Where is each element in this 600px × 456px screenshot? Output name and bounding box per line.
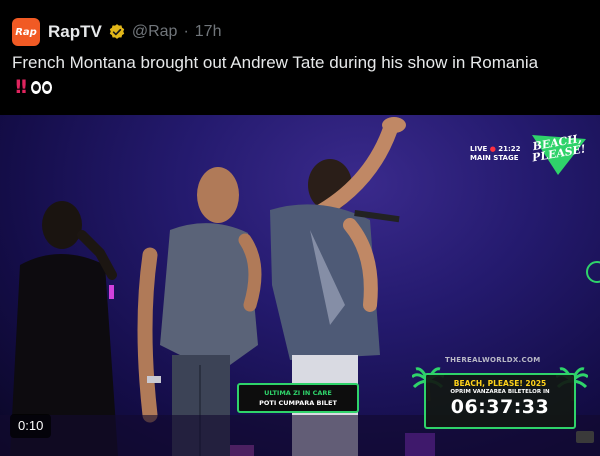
- tweet-text: French Montana brought out Andrew Tate d…: [12, 53, 539, 72]
- video-duration-badge: 0:10: [10, 414, 52, 438]
- avatar[interactable]: Rap: [12, 18, 40, 46]
- separator-dot: ·: [183, 23, 189, 40]
- emoji-line: !!: [14, 76, 53, 98]
- eyes-emoji-icon: [31, 80, 53, 94]
- countdown-subtitle: OPRIM VANZAREA BILETELOR IN: [450, 389, 550, 395]
- avatar-text: Rap: [15, 26, 37, 38]
- double-exclamation-emoji-icon: !!: [14, 76, 28, 98]
- tweet-header: Rap RapTV @Rap · 17h: [12, 18, 221, 46]
- countdown-timer: 06:37:33: [450, 396, 550, 418]
- verified-badge-icon: [109, 24, 125, 39]
- countdown-title: BEACH, PLEASE! 2025: [453, 379, 547, 388]
- countdown-banner: BEACH, PLEASE! 2025 OPRIM VANZAREA BILET…: [424, 373, 576, 429]
- timestamp[interactable]: 17h: [195, 23, 222, 41]
- video-player[interactable]: LIVE ● 21:22 MAIN STAGE BEACH, PLEASE! T…: [0, 115, 600, 456]
- corner-logo-icon: [576, 431, 594, 443]
- watermark: THEREALWORLDX.COM: [445, 356, 541, 364]
- handle[interactable]: @Rap: [132, 23, 178, 41]
- display-name[interactable]: RapTV: [48, 22, 102, 42]
- promo-banner: ULTIMA ZI IN CARE POTI CUMPARA BILET: [237, 383, 359, 413]
- live-stage-tag: LIVE ● 21:22 MAIN STAGE: [470, 145, 521, 162]
